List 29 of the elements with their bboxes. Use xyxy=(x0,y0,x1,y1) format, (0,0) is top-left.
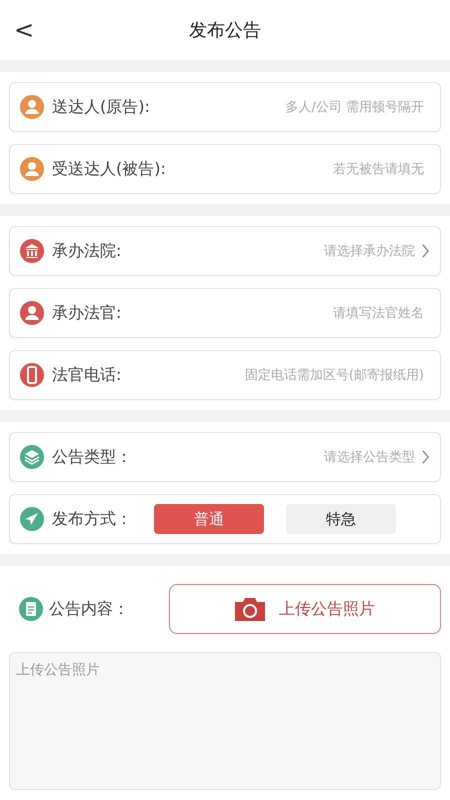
page-title: 发布公告 xyxy=(189,19,261,42)
field-label: 公告类型： xyxy=(52,446,132,468)
input-field[interactable]: 若无被告请填无 xyxy=(174,162,430,176)
upload-button[interactable]: 上传公告照片 xyxy=(169,584,441,634)
chevron-icon xyxy=(421,243,430,259)
person-icon xyxy=(20,157,44,181)
option-button[interactable]: 特急 xyxy=(286,504,396,534)
text-area[interactable]: 上传公告照片 xyxy=(9,652,441,790)
camera-icon xyxy=(235,597,265,621)
person-icon xyxy=(20,301,44,325)
field-label: 法官电话: xyxy=(52,364,122,386)
layers-icon xyxy=(20,445,44,469)
phone-icon xyxy=(20,363,44,387)
field-label: 公告内容： xyxy=(49,598,129,620)
input-field[interactable]: 多人/公司 需用顿号隔开 xyxy=(158,100,430,114)
input-field[interactable]: 固定电话需加区号(邮寄报纸用) xyxy=(129,368,430,382)
option-button[interactable]: 普通 xyxy=(154,504,264,534)
document-icon xyxy=(19,597,43,621)
building-icon xyxy=(20,239,44,263)
field-label: 承办法官: xyxy=(52,302,122,324)
chevron-icon xyxy=(421,449,430,465)
field-label: 承办法院: xyxy=(52,240,122,262)
field-label: 发布方式： xyxy=(52,508,132,530)
paper-plane-icon xyxy=(20,507,44,531)
input-field[interactable]: 请填写法官姓名 xyxy=(129,306,430,320)
back-button[interactable]: < xyxy=(8,14,40,46)
field-label: 送达人(原告): xyxy=(52,96,150,118)
field-label: 受送达人(被告): xyxy=(52,158,166,180)
person-icon xyxy=(20,95,44,119)
